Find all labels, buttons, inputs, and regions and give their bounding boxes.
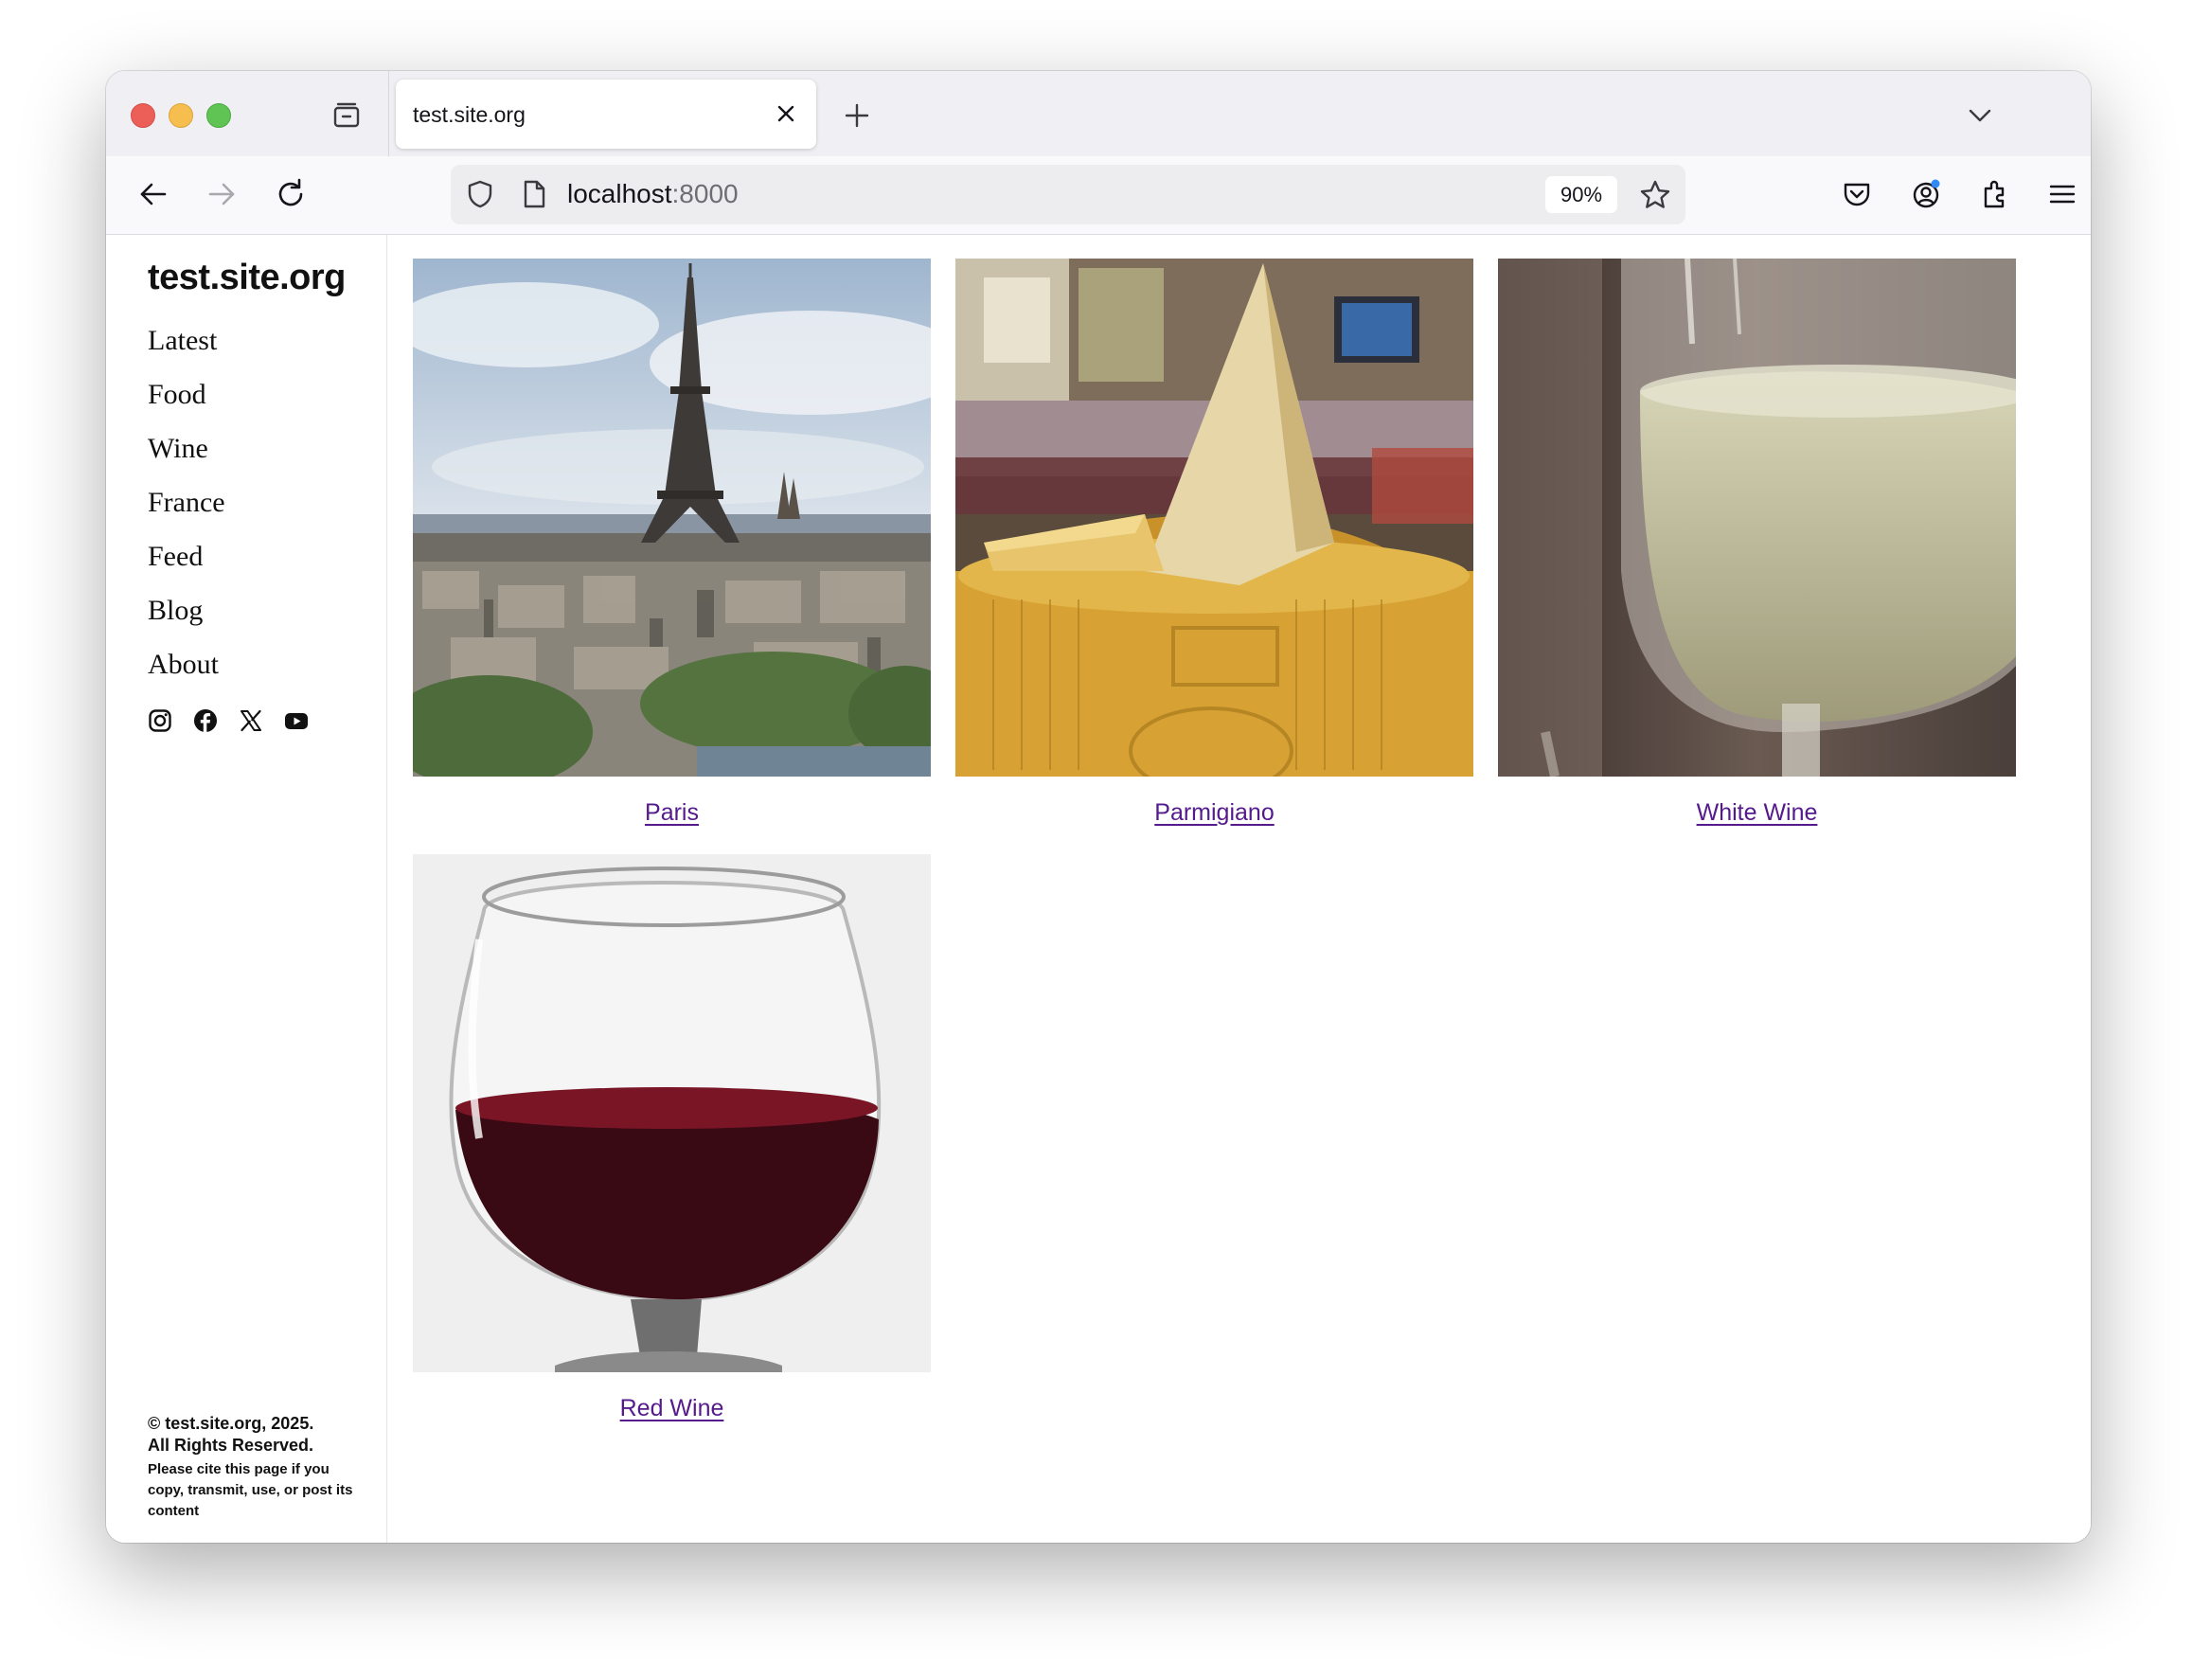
- hamburger-menu-icon[interactable]: [2043, 175, 2081, 213]
- site-title[interactable]: test.site.org: [148, 258, 346, 298]
- tab-separator: [388, 71, 389, 156]
- sidebar-item-blog[interactable]: Blog: [148, 592, 225, 646]
- gallery-link-paris[interactable]: Paris: [413, 799, 931, 827]
- gallery-card-parmigiano: Parmigiano: [955, 259, 1473, 827]
- parmigiano-cheese-photo[interactable]: [955, 259, 1473, 777]
- sidebar-item-about[interactable]: About: [148, 646, 225, 700]
- url-port: :8000: [671, 179, 739, 208]
- tab-strip: test.site.org: [106, 71, 2091, 156]
- sidebar-item-wine[interactable]: Wine: [148, 430, 225, 484]
- close-tab-icon[interactable]: [773, 100, 799, 127]
- x-icon[interactable]: [239, 708, 263, 733]
- sidebar-item-food[interactable]: Food: [148, 376, 225, 430]
- gallery-card-paris: Paris: [413, 259, 931, 827]
- zoom-level-badge[interactable]: 90%: [1545, 176, 1617, 213]
- gallery-link-parmigiano[interactable]: Parmigiano: [955, 799, 1473, 827]
- sidebar-menu: Latest Food Wine France Feed Blog About: [148, 322, 225, 700]
- facebook-icon[interactable]: [193, 708, 218, 733]
- new-tab-icon[interactable]: [841, 99, 873, 132]
- pocket-icon[interactable]: [1838, 175, 1876, 213]
- url-host: localhost: [567, 179, 672, 208]
- tab-active[interactable]: test.site.org: [396, 80, 816, 149]
- minimize-window-button[interactable]: [169, 103, 193, 128]
- gallery-link-white-wine[interactable]: White Wine: [1498, 799, 2016, 827]
- eiffel-tower-photo[interactable]: [413, 259, 931, 777]
- gallery-card-white-wine: White Wine: [1498, 259, 2016, 827]
- url-text[interactable]: localhost:8000: [567, 179, 739, 209]
- tab-title: test.site.org: [413, 102, 526, 127]
- gallery-link-red-wine[interactable]: Red Wine: [413, 1395, 931, 1422]
- footer-rights: All Rights Reserved.: [148, 1436, 314, 1455]
- navigation-toolbar: localhost:8000 90%: [106, 156, 2091, 235]
- address-bar[interactable]: localhost:8000 90%: [451, 165, 1685, 224]
- gallery-card-red-wine: Red Wine: [413, 854, 931, 1422]
- footer-copyright: © test.site.org, 2025.: [148, 1414, 314, 1433]
- youtube-icon[interactable]: [284, 708, 309, 733]
- gallery-grid: Paris Parmigiano White Wine Red Wine: [413, 259, 2023, 1528]
- sidebar-item-france[interactable]: France: [148, 484, 225, 538]
- page-info-icon[interactable]: [520, 178, 548, 210]
- footer-note: Please cite this page if you copy, trans…: [148, 1461, 353, 1519]
- extensions-puzzle-icon[interactable]: [1976, 175, 2014, 213]
- sidebar-item-latest[interactable]: Latest: [148, 322, 225, 376]
- instagram-icon[interactable]: [148, 708, 172, 733]
- tab-overview-icon[interactable]: [330, 99, 363, 132]
- footer: © test.site.org, 2025. All Rights Reserv…: [148, 1413, 366, 1522]
- bookmark-star-icon[interactable]: [1638, 178, 1672, 212]
- shield-icon[interactable]: [464, 178, 496, 210]
- account-icon[interactable]: [1907, 175, 1945, 213]
- zoom-window-button[interactable]: [206, 103, 231, 128]
- reload-icon[interactable]: [272, 175, 310, 213]
- close-window-button[interactable]: [131, 103, 155, 128]
- chevron-down-icon[interactable]: [1964, 99, 1996, 132]
- browser-window: test.site.org localhost:8000 90% test.si…: [106, 71, 2091, 1543]
- white-wine-glass-photo[interactable]: [1498, 259, 2016, 777]
- sidebar-item-feed[interactable]: Feed: [148, 538, 225, 592]
- page-content: test.site.org Latest Food Wine France Fe…: [106, 235, 2091, 1543]
- back-arrow-icon[interactable]: [134, 175, 172, 213]
- forward-arrow-icon[interactable]: [203, 175, 241, 213]
- social-links: [148, 708, 309, 733]
- sidebar: test.site.org Latest Food Wine France Fe…: [106, 235, 387, 1543]
- red-wine-glass-photo[interactable]: [413, 854, 931, 1372]
